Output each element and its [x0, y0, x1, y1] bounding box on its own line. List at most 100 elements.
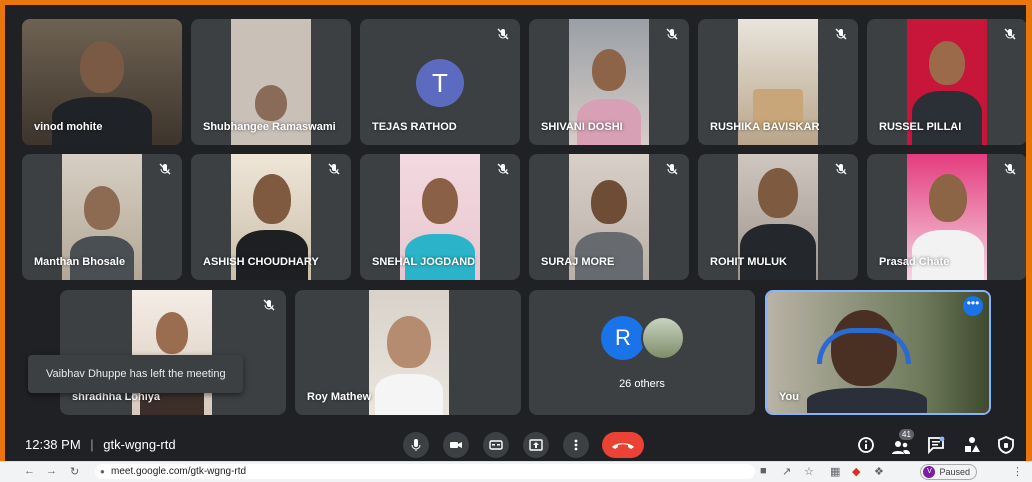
mic-off-icon	[1004, 28, 1016, 40]
participant-body	[912, 91, 982, 145]
mic-off-icon	[1004, 163, 1016, 175]
camera-indicator-icon[interactable]: ■	[760, 465, 767, 477]
meeting-details-icon[interactable]	[856, 435, 876, 455]
participant-name: RUSSEL PILLAI	[879, 121, 962, 133]
participant-face	[80, 41, 124, 93]
self-body	[807, 388, 927, 413]
participant-name: You	[779, 391, 799, 403]
others-avatar-photo	[641, 316, 685, 360]
others-avatar: R	[601, 316, 645, 360]
participant-face	[255, 85, 287, 121]
participant-name: Manthan Bhosale	[34, 256, 126, 268]
participant-face	[929, 174, 967, 222]
mic-off-icon	[497, 163, 509, 175]
people-icon	[892, 441, 910, 454]
present-button[interactable]	[523, 432, 549, 458]
forward-arrow-icon[interactable]: →	[46, 465, 57, 477]
more-options-button[interactable]	[563, 432, 589, 458]
profile-avatar: V	[923, 466, 936, 478]
participant-face	[422, 178, 458, 224]
camera-button[interactable]	[443, 432, 469, 458]
participant-name: ASHISH CHOUDHARY	[203, 256, 319, 268]
participant-tile[interactable]: SHIVANI DOSHI	[529, 19, 689, 145]
participant-tile[interactable]: vinod mohite	[22, 19, 182, 145]
mic-off-icon	[835, 28, 847, 40]
share-icon[interactable]: ↗	[782, 465, 791, 478]
self-tile[interactable]: ••• You	[765, 290, 991, 415]
participant-body	[375, 374, 443, 415]
meet-window: vinod mohite Shubhangee Ramaswami T TEJA…	[5, 5, 1026, 461]
lock-icon: ●	[100, 467, 105, 476]
end-call-button[interactable]	[602, 432, 644, 458]
participant-tile[interactable]: ASHISH CHOUDHARY	[191, 154, 351, 280]
participant-name: Prasad Chate	[879, 256, 950, 268]
participant-name: ROHIT MULUK	[710, 256, 787, 268]
mic-off-icon	[328, 163, 340, 175]
mic-icon	[411, 439, 421, 451]
others-tile[interactable]: R 26 others	[529, 290, 755, 415]
mic-off-icon	[497, 28, 509, 40]
participant-tile[interactable]: Prasad Chate	[867, 154, 1026, 280]
participant-tile[interactable]: ROHIT MULUK	[698, 154, 858, 280]
participant-body	[236, 230, 308, 280]
more-options-icon[interactable]: •••	[963, 296, 983, 316]
participant-face	[253, 174, 291, 224]
more-vert-icon	[574, 439, 578, 451]
puzzle-icon[interactable]: ❖	[874, 465, 884, 478]
left-meeting-toast: Vaibhav Dhuppe has left the meeting	[28, 355, 243, 393]
participant-body	[912, 230, 984, 280]
participant-face	[387, 316, 431, 368]
extension-icon[interactable]: ▦	[830, 465, 840, 478]
browser-toolbar: ← → ↻ ● meet.google.com/gtk-wgng-rtd ■ ↗…	[0, 461, 1032, 482]
profile-status: Paused	[939, 467, 970, 477]
camera-icon	[450, 442, 462, 448]
participant-tile[interactable]: SNEHAL JOGDAND	[360, 154, 520, 280]
participant-face	[592, 49, 626, 91]
participant-tile[interactable]: Roy Mathew	[295, 290, 521, 415]
participant-face	[591, 180, 627, 224]
participant-name: vinod mohite	[34, 121, 103, 133]
mic-off-icon	[666, 163, 678, 175]
captions-icon	[489, 440, 503, 450]
meeting-info: 12:38 PM | gtk-wgng-rtd	[25, 437, 176, 452]
participant-name: TEJAS RATHOD	[372, 121, 457, 133]
participant-tile[interactable]: shradhha Lohiya	[60, 290, 286, 415]
captions-button[interactable]	[483, 432, 509, 458]
participant-tile[interactable]: Shubhangee Ramaswami	[191, 19, 351, 145]
participant-face	[156, 312, 188, 354]
microphone-button[interactable]	[403, 432, 429, 458]
mic-off-icon	[666, 28, 678, 40]
participant-name: RUSHIKA BAVISKAR	[710, 121, 820, 133]
chat-icon[interactable]	[926, 435, 946, 455]
reload-icon[interactable]: ↻	[70, 465, 79, 478]
participant-tile[interactable]: Manthan Bhosale	[22, 154, 182, 280]
participant-tile[interactable]: RUSSEL PILLAI	[867, 19, 1026, 145]
participant-tile[interactable]: SURAJ MORE	[529, 154, 689, 280]
clock-time: 12:38 PM	[25, 437, 81, 452]
participant-tile[interactable]: RUSHIKA BAVISKAR	[698, 19, 858, 145]
address-bar[interactable]: ● meet.google.com/gtk-wgng-rtd	[95, 464, 755, 479]
profile-button[interactable]: V Paused	[920, 464, 977, 480]
browser-menu-icon[interactable]: ⋮	[1012, 465, 1023, 478]
bookmark-star-icon[interactable]: ☆	[804, 465, 814, 478]
separator: |	[90, 437, 94, 452]
participant-name: SNEHAL JOGDAND	[372, 256, 476, 268]
participant-body	[740, 224, 816, 280]
back-arrow-icon[interactable]: ←	[24, 465, 35, 477]
hang-up-icon	[612, 443, 634, 449]
participant-name: SHIVANI DOSHI	[541, 121, 623, 133]
people-button[interactable]: 41	[889, 429, 914, 455]
mic-off-icon	[835, 163, 847, 175]
participant-name: Shubhangee Ramaswami	[203, 121, 336, 133]
present-screen-icon	[529, 439, 543, 451]
host-controls-icon[interactable]	[996, 435, 1016, 455]
others-count-label: 26 others	[619, 378, 665, 390]
participant-count-badge: 41	[899, 429, 914, 440]
shield-extension-icon[interactable]: ◆	[852, 465, 860, 478]
participant-tile[interactable]: T TEJAS RATHOD	[360, 19, 520, 145]
participant-name: Roy Mathew	[307, 391, 372, 403]
participant-face	[84, 186, 120, 230]
meeting-code: gtk-wgng-rtd	[103, 437, 176, 452]
participant-face	[929, 41, 965, 85]
activities-icon[interactable]	[962, 435, 982, 455]
